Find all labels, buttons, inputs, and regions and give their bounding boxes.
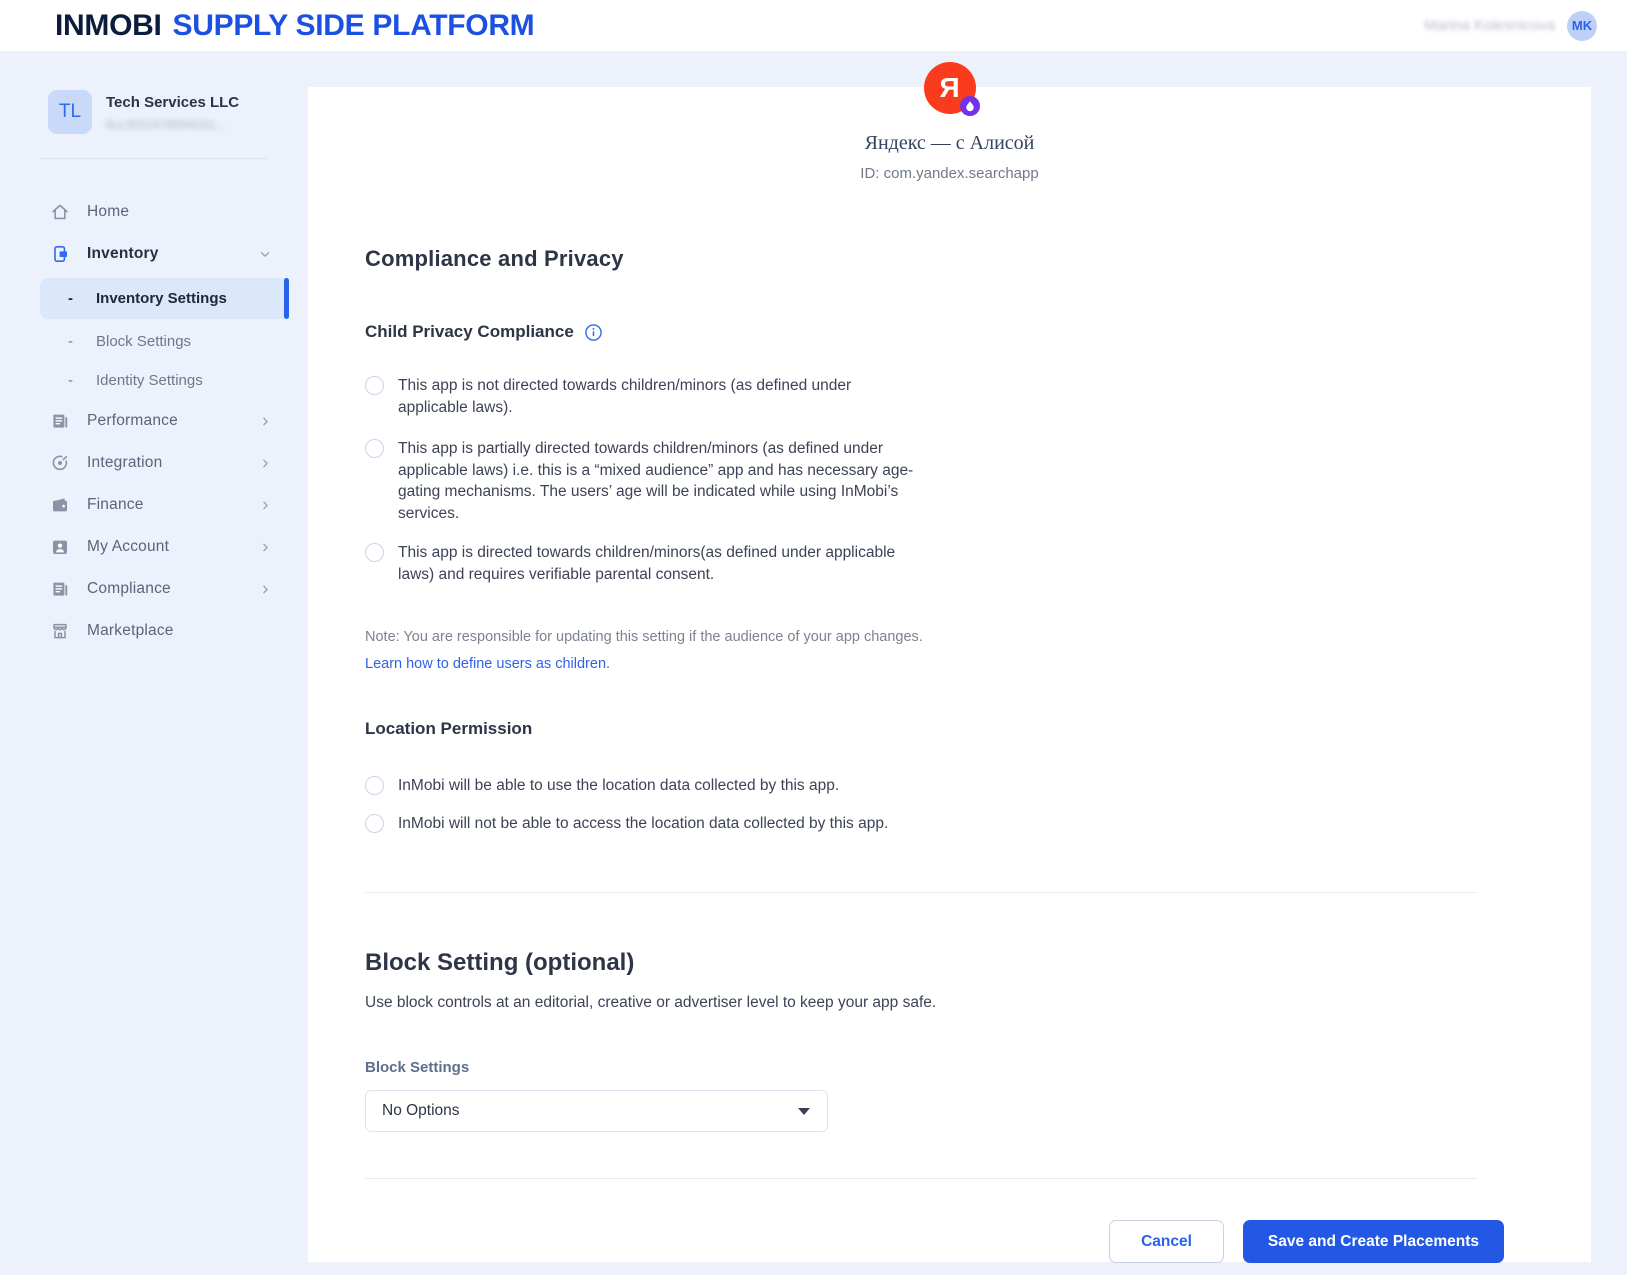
radio-label: This app is directed towards children/mi… xyxy=(398,542,914,585)
sidebar-item-label: Performance xyxy=(87,412,178,430)
sidebar-item-label: Compliance xyxy=(87,580,171,598)
sidebar-item-marketplace[interactable]: Marketplace xyxy=(0,610,308,652)
block-setting-description: Use block controls at an editorial, crea… xyxy=(365,994,1477,1012)
footer-divider xyxy=(365,1178,1477,1179)
subitem-dash: - xyxy=(68,333,73,350)
child-privacy-option-3: This app is directed towards children/mi… xyxy=(365,542,1477,585)
org-id: 8cc3552478894031... xyxy=(106,118,239,132)
footer-actions: Cancel Save and Create Placements xyxy=(365,1220,1504,1263)
radio-label: InMobi will not be able to access the lo… xyxy=(398,813,888,835)
sidebar: TL Tech Services LLC 8cc3552478894031...… xyxy=(0,52,308,1275)
sidebar-subitem-label: Inventory Settings xyxy=(96,290,227,307)
my-account-icon xyxy=(50,537,70,557)
subitem-dash: - xyxy=(68,290,73,307)
performance-icon xyxy=(50,411,70,431)
user-box[interactable]: Marina Kolesnicova MK xyxy=(1424,11,1597,41)
save-and-create-placements-button[interactable]: Save and Create Placements xyxy=(1243,1220,1504,1263)
chevron-right-icon xyxy=(259,415,272,428)
radio-label: This app is partially directed towards c… xyxy=(398,438,914,524)
org-avatar: TL xyxy=(48,90,92,134)
child-privacy-option-2: This app is partially directed towards c… xyxy=(365,438,1477,524)
radio-label: This app is not directed towards childre… xyxy=(398,375,914,418)
sidebar-item-my-account[interactable]: My Account xyxy=(0,526,308,568)
sidebar-item-inventory[interactable]: Inventory xyxy=(0,233,308,275)
sidebar-subitem-block-settings[interactable]: - Block Settings xyxy=(0,322,308,361)
location-permission-heading: Location Permission xyxy=(365,719,1477,739)
user-avatar[interactable]: MK xyxy=(1567,11,1597,41)
sidebar-item-label: My Account xyxy=(87,538,169,556)
sidebar-item-compliance[interactable]: Compliance xyxy=(0,568,308,610)
marketplace-icon xyxy=(50,621,70,641)
block-setting-heading: Block Setting (optional) xyxy=(365,949,1477,977)
app-icon: Я xyxy=(924,62,976,114)
compliance-icon xyxy=(50,579,70,599)
brand-primary: INMOBI xyxy=(55,9,162,43)
alice-badge-icon xyxy=(960,96,980,116)
chevron-right-icon xyxy=(259,541,272,554)
integration-icon xyxy=(50,453,70,473)
sidebar-item-label: Integration xyxy=(87,454,162,472)
app-title: Яндекс — с Алисой xyxy=(308,132,1591,155)
chevron-right-icon xyxy=(259,457,272,470)
sidebar-item-integration[interactable]: Integration xyxy=(0,442,308,484)
sidebar-subitem-label: Identity Settings xyxy=(96,372,203,389)
radio-button[interactable] xyxy=(365,814,384,833)
sidebar-item-finance[interactable]: Finance xyxy=(0,484,308,526)
main-content-card: Я Яндекс — с Алисой ID: com.yandex.searc… xyxy=(308,87,1591,1262)
brand-secondary: SUPPLY SIDE PLATFORM xyxy=(173,9,535,43)
brand-logo: INMOBI SUPPLY SIDE PLATFORM xyxy=(55,9,534,43)
block-settings-field-label: Block Settings xyxy=(365,1059,1477,1076)
child-privacy-option-1: This app is not directed towards childre… xyxy=(365,375,1477,418)
child-privacy-heading: Child Privacy Compliance xyxy=(365,322,574,342)
sidebar-divider xyxy=(40,158,268,159)
sidebar-item-label: Marketplace xyxy=(87,622,174,640)
compliance-privacy-heading: Compliance and Privacy xyxy=(365,246,1477,272)
sidebar-subitem-identity-settings[interactable]: - Identity Settings xyxy=(0,361,308,400)
sidebar-menu: Home Inventory - Inventory Settings xyxy=(0,191,308,652)
section-divider xyxy=(365,892,1477,893)
location-option-1: InMobi will be able to use the location … xyxy=(365,775,1477,797)
subitem-dash: - xyxy=(68,372,73,389)
radio-button[interactable] xyxy=(365,776,384,795)
sidebar-subitem-label: Block Settings xyxy=(96,333,191,350)
sidebar-item-label: Home xyxy=(87,203,129,221)
dropdown-value: No Options xyxy=(382,1102,460,1120)
active-indicator-bar xyxy=(284,278,289,319)
location-option-2: InMobi will not be able to access the lo… xyxy=(365,813,1477,835)
block-settings-dropdown[interactable]: No Options xyxy=(365,1090,828,1132)
top-bar: INMOBI SUPPLY SIDE PLATFORM Marina Koles… xyxy=(0,0,1627,52)
sidebar-item-performance[interactable]: Performance xyxy=(0,400,308,442)
cancel-button[interactable]: Cancel xyxy=(1109,1220,1224,1263)
yandex-letter: Я xyxy=(939,72,959,104)
user-name: Marina Kolesnicova xyxy=(1424,17,1555,34)
org-name: Tech Services LLC xyxy=(106,90,239,111)
define-children-link[interactable]: Learn how to define users as children. xyxy=(365,656,610,672)
home-icon xyxy=(50,202,70,222)
inventory-icon xyxy=(50,244,70,264)
chevron-down-icon xyxy=(258,247,272,261)
child-privacy-heading-row: Child Privacy Compliance xyxy=(365,322,1477,342)
radio-button[interactable] xyxy=(365,543,384,562)
info-icon[interactable] xyxy=(584,323,603,342)
radio-label: InMobi will be able to use the location … xyxy=(398,775,839,797)
org-card[interactable]: TL Tech Services LLC 8cc3552478894031... xyxy=(0,90,308,134)
radio-button[interactable] xyxy=(365,376,384,395)
audience-note: Note: You are responsible for updating t… xyxy=(365,629,1477,645)
sidebar-subitem-inventory-settings[interactable]: - Inventory Settings xyxy=(40,278,289,319)
chevron-right-icon xyxy=(259,499,272,512)
caret-down-icon xyxy=(798,1108,810,1115)
chevron-right-icon xyxy=(259,583,272,596)
sidebar-item-label: Inventory xyxy=(87,245,159,263)
radio-button[interactable] xyxy=(365,439,384,458)
app-id: ID: com.yandex.searchapp xyxy=(308,165,1591,182)
sidebar-item-label: Finance xyxy=(87,496,144,514)
sidebar-item-home[interactable]: Home xyxy=(0,191,308,233)
finance-icon xyxy=(50,495,70,515)
